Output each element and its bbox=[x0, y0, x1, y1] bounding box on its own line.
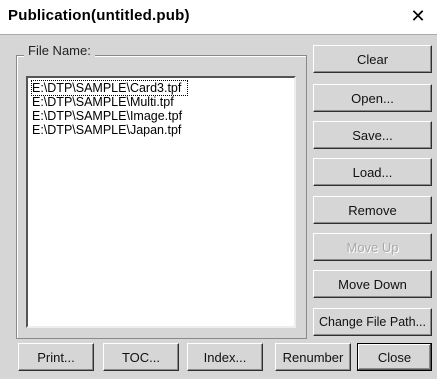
move-down-button[interactable]: Move Down bbox=[313, 270, 432, 298]
index-button[interactable]: Index... bbox=[187, 343, 263, 371]
renumber-button[interactable]: Renumber bbox=[275, 343, 351, 371]
file-name-label: File Name: bbox=[24, 43, 95, 58]
toc-button[interactable]: TOC... bbox=[103, 343, 179, 371]
clear-button[interactable]: Clear bbox=[313, 45, 432, 73]
close-button[interactable]: Close bbox=[357, 343, 432, 371]
open-button[interactable]: Open... bbox=[313, 84, 432, 112]
file-list[interactable]: E:\DTP\SAMPLE\Card3.tpf E:\DTP\SAMPLE\Mu… bbox=[26, 76, 296, 328]
load-button[interactable]: Load... bbox=[313, 158, 432, 186]
move-up-button[interactable]: Move Up bbox=[313, 233, 432, 261]
publication-dialog: Publication(untitled.pub) ✕ File Name: E… bbox=[0, 0, 437, 379]
print-button[interactable]: Print... bbox=[18, 343, 94, 371]
remove-button[interactable]: Remove bbox=[313, 196, 432, 224]
window-title: Publication(untitled.pub) bbox=[8, 7, 190, 24]
file-list-item[interactable]: E:\DTP\SAMPLE\Multi.tpf bbox=[32, 95, 174, 109]
file-list-item[interactable]: E:\DTP\SAMPLE\Image.tpf bbox=[32, 109, 182, 123]
file-list-item[interactable]: E:\DTP\SAMPLE\Japan.tpf bbox=[32, 123, 181, 137]
title-bar[interactable]: Publication(untitled.pub) ✕ bbox=[0, 0, 437, 34]
close-icon[interactable]: ✕ bbox=[406, 6, 430, 28]
save-button[interactable]: Save... bbox=[313, 121, 432, 149]
change-file-path-button[interactable]: Change File Path... bbox=[313, 308, 432, 336]
file-list-item[interactable]: E:\DTP\SAMPLE\Card3.tpf bbox=[30, 80, 189, 96]
